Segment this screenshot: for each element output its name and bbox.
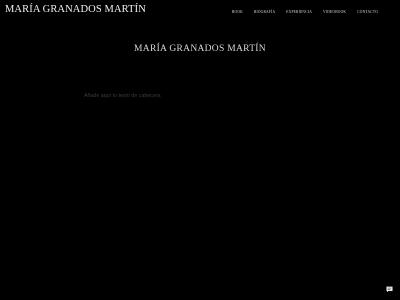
- page: MARÍA GRANADOS MARTÍN BOOK BIOGRAFÍA EXP…: [0, 0, 400, 300]
- site-header: MARÍA GRANADOS MARTÍN BOOK BIOGRAFÍA EXP…: [0, 0, 400, 24]
- header-text: Añade aquí tu texto de cabecera: [84, 93, 161, 99]
- chat-button[interactable]: [383, 283, 396, 296]
- chat-bubble-icon: [386, 286, 393, 293]
- site-logo[interactable]: MARÍA GRANADOS MARTÍN: [5, 4, 146, 15]
- nav-item-biografia[interactable]: BIOGRAFÍA: [254, 10, 275, 14]
- nav-item-book[interactable]: BOOK: [232, 10, 243, 14]
- hero-title: MARÍA GRANADOS MARTÍN: [134, 44, 266, 54]
- nav-item-contacto[interactable]: CONTACTO: [357, 10, 378, 14]
- nav-item-experiencia[interactable]: EXPERIENCIA: [286, 10, 312, 14]
- main-nav: BOOK BIOGRAFÍA EXPERIENCIA VIDEOBOOK CON…: [232, 10, 378, 14]
- nav-item-videobook[interactable]: VIDEOBOOK: [323, 10, 346, 14]
